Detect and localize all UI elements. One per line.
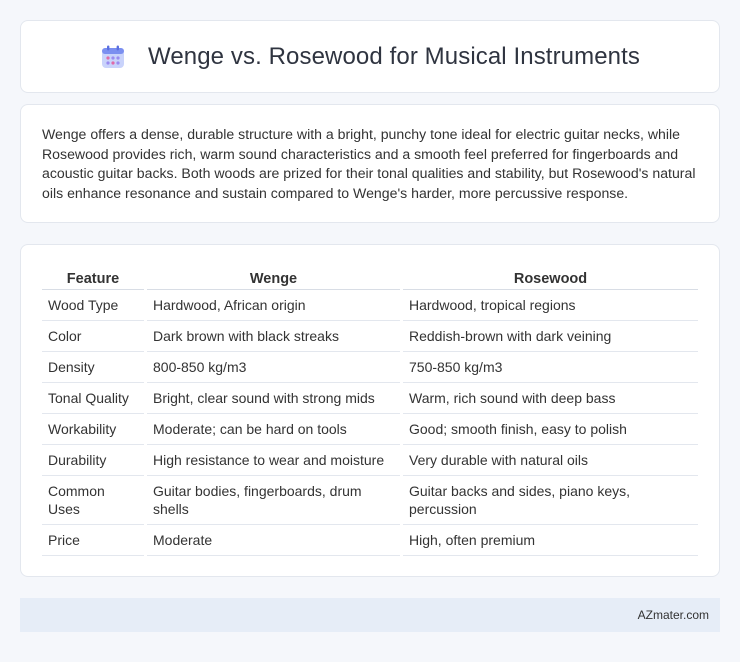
rosewood-cell: Hardwood, tropical regions — [403, 290, 698, 321]
feature-cell: Price — [42, 525, 144, 556]
calendar-icon — [100, 44, 126, 70]
header-feature: Feature — [42, 266, 144, 290]
rosewood-cell: Very durable with natural oils — [403, 445, 698, 476]
comparison-card: Feature Wenge Rosewood Wood Type Hardwoo… — [20, 244, 720, 577]
feature-cell: Color — [42, 321, 144, 352]
wenge-cell: Bright, clear sound with strong mids — [147, 383, 400, 414]
rosewood-cell: Warm, rich sound with deep bass — [403, 383, 698, 414]
table-row: Workability Moderate; can be hard on too… — [42, 414, 698, 445]
table-row: Common Uses Guitar bodies, fingerboards,… — [42, 476, 698, 525]
feature-cell: Tonal Quality — [42, 383, 144, 414]
wenge-cell: Hardwood, African origin — [147, 290, 400, 321]
table-row: Density 800-850 kg/m3 750-850 kg/m3 — [42, 352, 698, 383]
table-row: Wood Type Hardwood, African origin Hardw… — [42, 290, 698, 321]
wenge-cell: Moderate; can be hard on tools — [147, 414, 400, 445]
rosewood-cell: Good; smooth finish, easy to polish — [403, 414, 698, 445]
wenge-cell: 800-850 kg/m3 — [147, 352, 400, 383]
rosewood-cell: 750-850 kg/m3 — [403, 352, 698, 383]
feature-cell: Wood Type — [42, 290, 144, 321]
feature-cell: Density — [42, 352, 144, 383]
rosewood-cell: Guitar backs and sides, piano keys, perc… — [403, 476, 698, 525]
table-row: Tonal Quality Bright, clear sound with s… — [42, 383, 698, 414]
intro-paragraph: Wenge offers a dense, durable structure … — [42, 126, 696, 201]
wenge-cell: High resistance to wear and moisture — [147, 445, 400, 476]
feature-cell: Durability — [42, 445, 144, 476]
feature-cell: Workability — [42, 414, 144, 445]
rosewood-cell: Reddish-brown with dark veining — [403, 321, 698, 352]
footer-bar: AZmater.com — [20, 598, 720, 632]
feature-cell: Common Uses — [42, 476, 144, 525]
rosewood-cell: High, often premium — [403, 525, 698, 556]
header-wenge: Wenge — [147, 266, 400, 290]
wenge-cell: Moderate — [147, 525, 400, 556]
table-header-row: Feature Wenge Rosewood — [42, 266, 698, 290]
header-rosewood: Rosewood — [403, 266, 698, 290]
wenge-cell: Dark brown with black streaks — [147, 321, 400, 352]
footer-brand: AZmater.com — [637, 608, 709, 622]
wenge-cell: Guitar bodies, fingerboards, drum shells — [147, 476, 400, 525]
title-card: Wenge vs. Rosewood for Musical Instrumen… — [20, 20, 720, 93]
comparison-table: Feature Wenge Rosewood Wood Type Hardwoo… — [39, 266, 701, 556]
intro-card: Wenge offers a dense, durable structure … — [20, 104, 720, 223]
table-row: Price Moderate High, often premium — [42, 525, 698, 556]
table-row: Color Dark brown with black streaks Redd… — [42, 321, 698, 352]
page-title: Wenge vs. Rosewood for Musical Instrumen… — [148, 42, 640, 70]
table-row: Durability High resistance to wear and m… — [42, 445, 698, 476]
